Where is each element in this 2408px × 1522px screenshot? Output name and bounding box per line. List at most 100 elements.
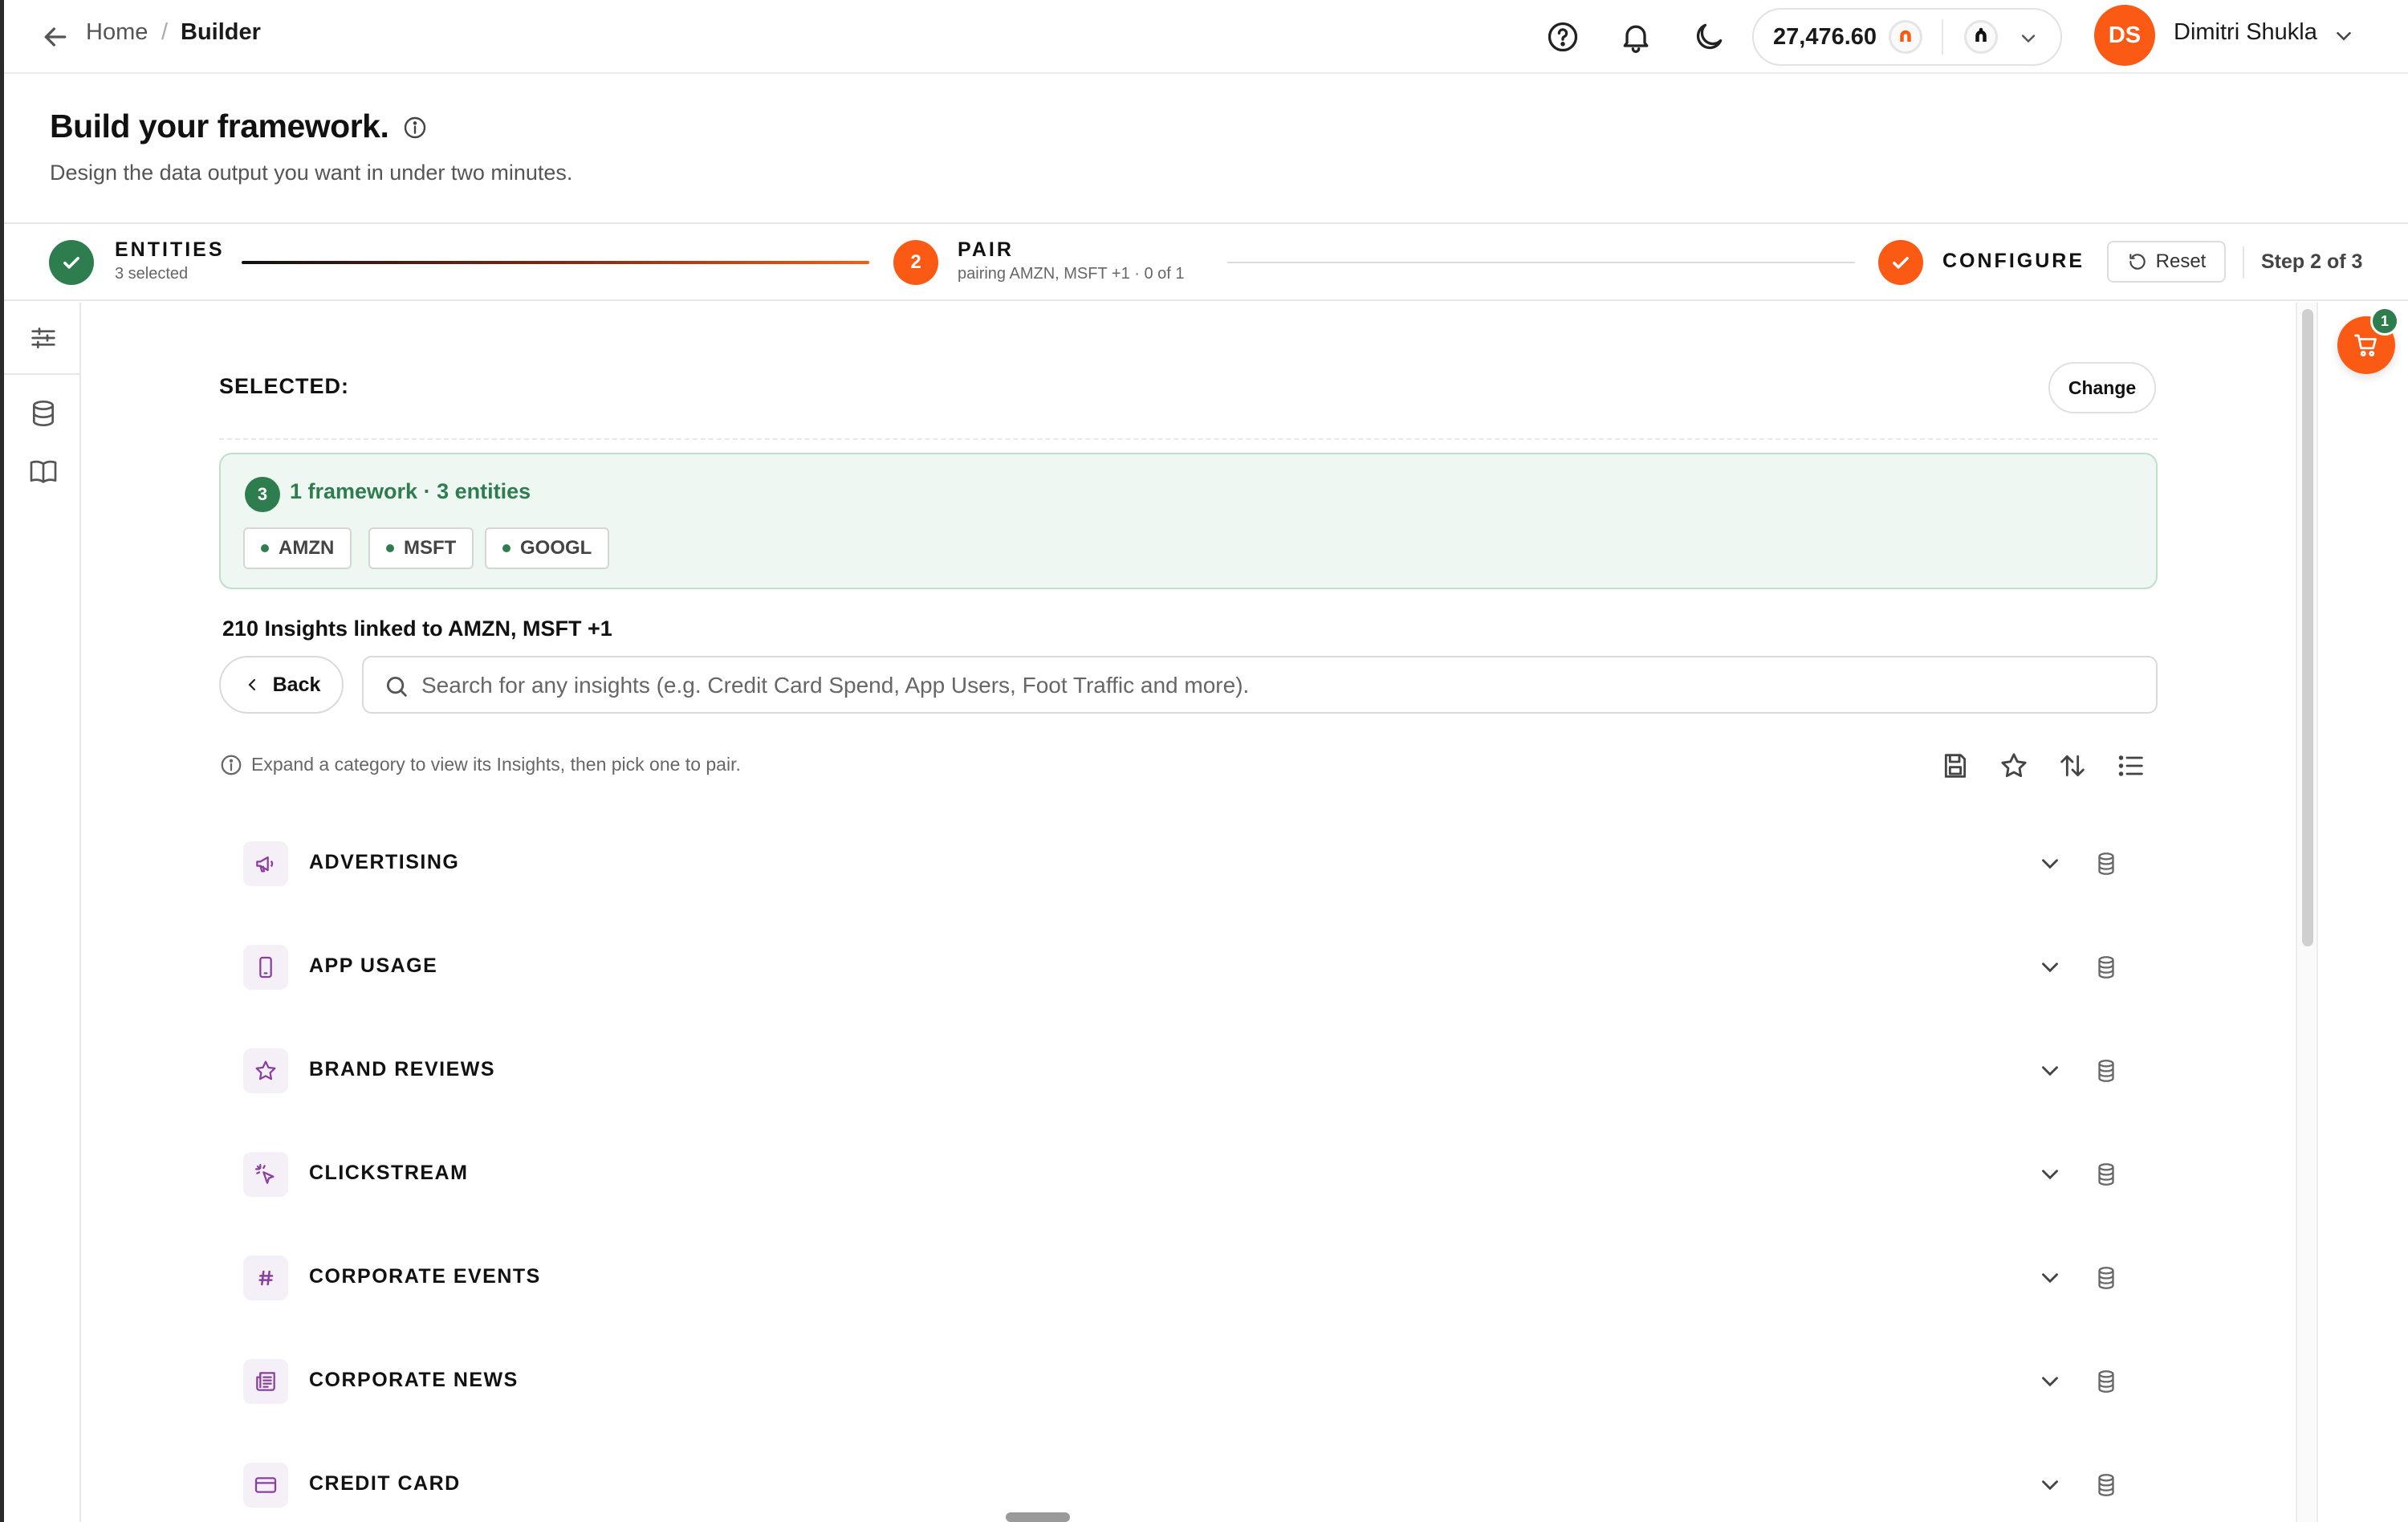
step-pair-number[interactable]: 2 <box>893 240 938 285</box>
reset-label: Reset <box>2155 250 2207 272</box>
step-pair-title[interactable]: PAIR <box>958 238 1014 262</box>
scrollbar[interactable] <box>2296 303 2318 1522</box>
save-icon[interactable] <box>1939 750 1971 782</box>
category-row-app-usage[interactable]: APP USAGE <box>219 912 2158 1015</box>
chevron-down-icon[interactable] <box>2036 850 2064 877</box>
bell-icon[interactable] <box>1618 19 1653 55</box>
page-title: Build your framework. <box>50 108 428 145</box>
cart-icon <box>2354 334 2377 356</box>
search-input[interactable] <box>421 669 2139 702</box>
chevron-down-icon[interactable] <box>2017 27 2040 50</box>
database-icon[interactable] <box>2093 1263 2120 1293</box>
breadcrumb-home[interactable]: Home <box>86 19 148 46</box>
entity-chip-amzn[interactable]: AMZN <box>243 527 352 569</box>
moon-icon[interactable] <box>1691 19 1727 55</box>
step-entities-title[interactable]: ENTITIES <box>115 238 225 262</box>
help-icon[interactable] <box>1545 19 1580 55</box>
category-icon-box <box>243 1359 288 1404</box>
newspaper-icon <box>256 1372 275 1391</box>
hint-info-icon <box>221 755 242 775</box>
insights-title: 210 Insights linked to AMZN, MSFT +1 <box>222 617 612 641</box>
credits-pill[interactable]: 27,476.60 <box>1752 8 2062 66</box>
category-label: CORPORATE EVENTS <box>309 1265 541 1288</box>
chevron-down-icon[interactable] <box>2036 1264 2064 1292</box>
category-label: ADVERTISING <box>309 851 460 873</box>
entity-chip-label: GOOGL <box>520 537 592 559</box>
cursor-click-icon <box>254 1163 275 1184</box>
chevron-down-icon[interactable] <box>2036 1368 2064 1395</box>
search-icon <box>386 676 407 697</box>
chip-dot <box>261 544 269 552</box>
search-box <box>362 656 2158 714</box>
rail-divider <box>4 373 79 375</box>
cart-count-badge: 1 <box>2370 307 2399 336</box>
category-icon-box <box>243 1463 288 1508</box>
filters-icon[interactable] <box>27 322 59 354</box>
step-configure-check-icon[interactable] <box>1878 240 1923 285</box>
category-label: CORPORATE NEWS <box>309 1369 519 1391</box>
database-icon[interactable] <box>2093 1056 2120 1086</box>
pill-divider <box>1942 19 1943 55</box>
credits-value: 27,476.60 <box>1773 24 1877 50</box>
category-row-advertising[interactable]: ADVERTISING <box>219 808 2158 912</box>
database-icon[interactable] <box>2093 1470 2120 1500</box>
back-button[interactable]: Back <box>219 656 344 714</box>
user-menu-chevron-icon[interactable] <box>2332 24 2356 48</box>
database-icon[interactable] <box>2093 1159 2120 1190</box>
step-connector-pending <box>1227 262 1855 263</box>
chevron-down-icon[interactable] <box>2036 1057 2064 1085</box>
chevron-down-icon[interactable] <box>2036 1471 2064 1499</box>
entity-chip-msft[interactable]: MSFT <box>368 527 474 569</box>
chevron-down-icon[interactable] <box>2036 954 2064 981</box>
entity-chip-googl[interactable]: GOOGL <box>485 527 610 569</box>
database-icon[interactable] <box>2093 952 2120 983</box>
reset-button[interactable]: Reset <box>2107 241 2226 283</box>
chip-dot <box>386 544 394 552</box>
database-icon[interactable] <box>2093 848 2120 879</box>
step-entities-subtitle: 3 selected <box>115 265 189 283</box>
info-icon[interactable] <box>402 115 428 140</box>
step-configure-title[interactable]: CONFIGURE <box>1942 250 2085 273</box>
category-row-clickstream[interactable]: CLICKSTREAM <box>219 1119 2158 1223</box>
page-subtitle: Design the data output you want in under… <box>50 161 573 185</box>
category-row-corporate-news[interactable]: CORPORATE NEWS <box>219 1326 2158 1430</box>
list-icon[interactable] <box>2115 750 2147 782</box>
step-entities-check-icon[interactable] <box>49 240 94 285</box>
stepper: ENTITIES 3 selected 2 PAIR pairing AMZN,… <box>4 224 2408 301</box>
scrollbar-thumb[interactable] <box>2302 309 2313 946</box>
back-arrow-icon[interactable] <box>39 21 71 53</box>
category-icon-box <box>243 1152 288 1197</box>
hash-icon <box>258 1270 274 1286</box>
category-label: CREDIT CARD <box>309 1472 461 1495</box>
step-connector-done <box>242 261 869 264</box>
database-icon[interactable] <box>27 397 59 429</box>
step-count: Step 2 of 3 <box>2261 250 2363 273</box>
breadcrumb-separator: / <box>161 19 169 45</box>
database-icon[interactable] <box>2093 1366 2120 1397</box>
selected-divider <box>219 438 2158 440</box>
page-title-text: Build your framework. <box>50 108 389 144</box>
star-icon[interactable] <box>1998 750 2030 782</box>
change-button[interactable]: Change <box>2048 362 2156 413</box>
category-row-brand-reviews[interactable]: BRAND REVIEWS <box>219 1015 2158 1119</box>
category-row-credit-card[interactable]: CREDIT CARD <box>219 1430 2158 1522</box>
breadcrumb-current: Builder <box>181 19 261 45</box>
book-icon[interactable] <box>27 455 59 487</box>
selected-card: 3 1 framework · 3 entities AMZN MSFT GOO… <box>219 453 2158 589</box>
user-name[interactable]: Dimitri Shukla <box>2174 19 2317 46</box>
sort-icon[interactable] <box>2056 750 2089 782</box>
megaphone-icon <box>256 856 274 873</box>
selected-count-badge: 3 <box>245 477 280 512</box>
chip-dot <box>502 544 510 552</box>
category-row-corporate-events[interactable]: CORPORATE EVENTS <box>219 1223 2158 1326</box>
token-icon <box>1964 20 1998 54</box>
side-rail <box>4 303 81 1522</box>
category-icon-box <box>243 945 288 990</box>
back-label: Back <box>272 673 321 696</box>
chevron-down-icon[interactable] <box>2036 1161 2064 1188</box>
step-count-divider <box>2243 246 2244 279</box>
entity-chip-label: MSFT <box>404 537 457 559</box>
avatar[interactable]: DS <box>2094 5 2155 66</box>
star-icon <box>255 1060 276 1080</box>
resize-handle[interactable] <box>1006 1512 1070 1522</box>
